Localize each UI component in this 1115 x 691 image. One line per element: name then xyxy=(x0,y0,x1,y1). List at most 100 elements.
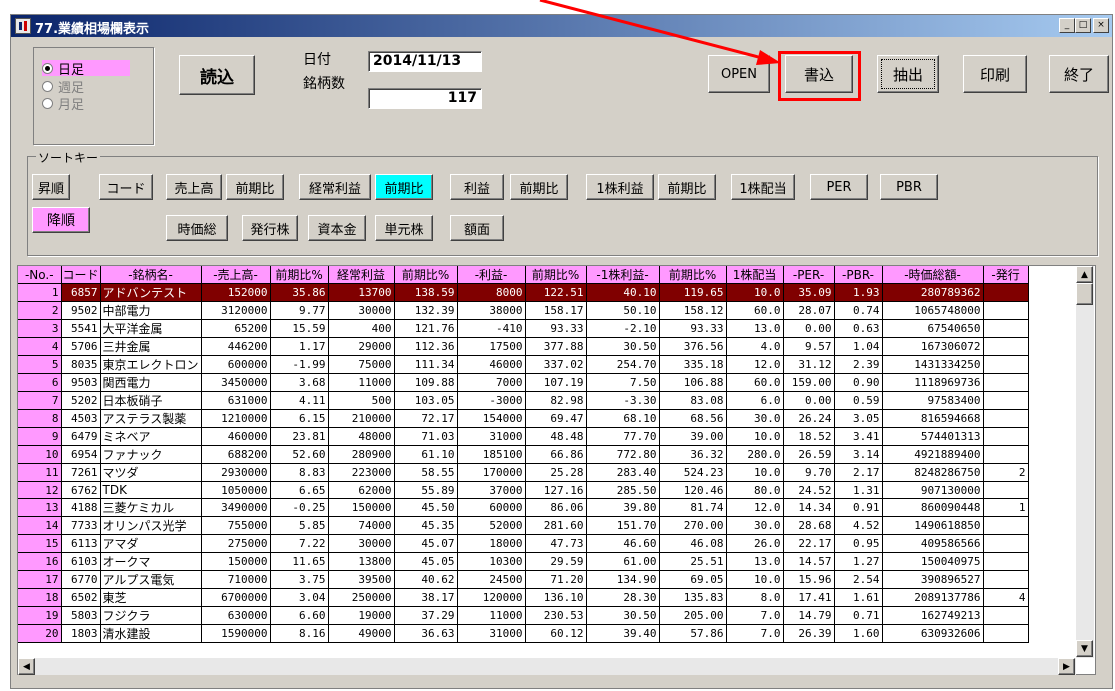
column-header[interactable]: -時価総額- xyxy=(882,266,984,284)
table-row[interactable]: 13 4188 三菱ケミカル 3490000 -0.25 150000 45.50 60000… xyxy=(18,498,1029,517)
maximize-button[interactable]: □ xyxy=(1075,18,1091,33)
scroll-down-icon[interactable]: ▼ xyxy=(1076,640,1093,657)
table-row[interactable]: 15 6113 アマダ 275000 7.22 30000 45.07 18000 47.73 4… xyxy=(18,534,1029,553)
table-cell: 49000 xyxy=(328,624,395,643)
sort-eps-change-button[interactable]: 前期比 xyxy=(658,174,716,200)
close-button[interactable]: × xyxy=(1093,18,1109,33)
radio-daily[interactable]: 日足 xyxy=(42,60,130,78)
table-row[interactable]: 14 7733 オリンパス光学 755000 5.85 74000 45.35 52000 28… xyxy=(18,516,1029,535)
column-header[interactable]: -発行 xyxy=(983,266,1029,284)
table-row[interactable]: 12 6762 TDK 1050000 6.65 62000 55.89 37000 127.1… xyxy=(18,481,1029,499)
ascending-button[interactable]: 昇順 xyxy=(32,174,70,200)
table-cell: 97583400 xyxy=(882,391,984,410)
column-header[interactable]: -売上高- xyxy=(201,266,271,284)
table-cell: ミネベア xyxy=(100,427,202,446)
table-row[interactable]: 11 7261 マツダ 2930000 8.83 223000 58.55 170000 25.… xyxy=(18,463,1029,482)
count-field[interactable]: 117 xyxy=(368,88,482,109)
table-row[interactable]: 7 5202 日本板硝子 631000 4.11 500 103.05 -3000 82.98-… xyxy=(18,391,1029,410)
column-header[interactable]: 前期比% xyxy=(525,266,587,284)
sort-capital-button[interactable]: 資本金 xyxy=(308,215,366,241)
scroll-up-icon[interactable]: ▲ xyxy=(1076,266,1093,283)
column-header[interactable]: 1株配当 xyxy=(726,266,784,284)
sort-unit-button[interactable]: 単元株 xyxy=(375,215,433,241)
column-header[interactable]: -銘柄名- xyxy=(100,266,202,284)
row-number: 11 xyxy=(18,463,62,482)
table-cell: 8248286750 xyxy=(882,463,984,482)
table-cell: 2930000 xyxy=(201,463,271,482)
scroll-left-icon[interactable]: ◀ xyxy=(18,658,35,675)
table-cell: 28.07 xyxy=(783,301,835,320)
table-row[interactable]: 20 1803 清水建設 1590000 8.16 49000 36.63 31000 60.1… xyxy=(18,624,1029,643)
table-row[interactable]: 9 6479 ミネベア 460000 23.81 48000 71.03 31000 48.48… xyxy=(18,427,1029,446)
column-header[interactable]: -No.- xyxy=(18,266,62,284)
scroll-thumb[interactable] xyxy=(1076,283,1093,305)
table-cell: 30.0 xyxy=(726,516,784,535)
print-button[interactable]: 印刷 xyxy=(963,55,1027,93)
descending-button[interactable]: 降順 xyxy=(32,207,90,233)
table-row[interactable]: 10 6954 ファナック 688200 52.60 280900 61.10 185100 6… xyxy=(18,445,1029,464)
table-row[interactable]: 3 5541 大平洋金属 65200 15.59 400 121.76 -410 93.33 -2… xyxy=(18,319,1029,338)
open-button[interactable]: OPEN xyxy=(708,55,770,93)
date-field[interactable]: 2014/11/13 xyxy=(368,51,482,72)
table-header: -No.- コード -銘柄名- -売上高- 前期比% 経常利益 前期比% -利益- 前期比% -1… xyxy=(18,266,1029,284)
sort-per-button[interactable]: PER xyxy=(810,174,868,200)
table-cell: 3.68 xyxy=(270,373,329,392)
vertical-scrollbar[interactable]: ▲ ▼ xyxy=(1076,266,1094,658)
sort-eps-button[interactable]: 1株利益 xyxy=(586,174,654,200)
table-cell: アドバンテスト xyxy=(100,283,202,302)
sort-code-button[interactable]: コード xyxy=(99,174,153,200)
column-header[interactable]: -1株利益- xyxy=(586,266,660,284)
table-row[interactable]: 16 6103 オークマ 150000 11.65 13800 45.05 10300 29.5… xyxy=(18,552,1029,571)
column-header[interactable]: -PER- xyxy=(783,266,835,284)
table-row[interactable]: 18 6502 東芝 6700000 3.04 250000 38.17 120000 136.… xyxy=(18,588,1029,607)
table-cell: 8000 xyxy=(457,283,526,302)
table-cell: ファナック xyxy=(100,445,202,464)
data-grid[interactable]: -No.- コード -銘柄名- -売上高- 前期比% 経常利益 前期比% -利益- 前期比% -1… xyxy=(17,265,1096,675)
table-cell: 10300 xyxy=(457,552,526,571)
table-row[interactable]: 5 8035 東京エレクトロン 600000 -1.99 75000 111.34 46000… xyxy=(18,355,1029,374)
sort-profit-change-button[interactable]: 前期比 xyxy=(510,174,568,200)
minimize-button[interactable]: _ xyxy=(1059,18,1075,33)
sort-par-button[interactable]: 額面 xyxy=(450,215,504,241)
table-cell: 29.59 xyxy=(525,552,587,571)
scroll-right-icon[interactable]: ▶ xyxy=(1058,658,1075,675)
sort-ordinary-button[interactable]: 経常利益 xyxy=(299,174,371,200)
extract-button[interactable]: 抽出 xyxy=(877,55,939,93)
table-cell: 28.68 xyxy=(783,516,835,535)
sort-mcap-button[interactable]: 時価総 xyxy=(166,215,228,241)
exit-button[interactable]: 終了 xyxy=(1049,55,1109,93)
table-cell: 4 xyxy=(983,588,1029,607)
table-row[interactable]: 4 5706 三井金属 446200 1.17 29000 112.36 17500 377.8… xyxy=(18,337,1029,356)
table-row[interactable]: 8 4503 アステラス製薬 1210000 6.15 210000 72.17 154000… xyxy=(18,409,1029,428)
column-header[interactable]: -PBR- xyxy=(834,266,883,284)
table-row[interactable]: 19 5803 フジクラ 630000 6.60 19000 37.29 11000 230.5… xyxy=(18,606,1029,625)
sort-sales-change-button[interactable]: 前期比 xyxy=(226,174,284,200)
sort-shares-button[interactable]: 発行株 xyxy=(242,215,298,241)
table-cell: 93.33 xyxy=(525,319,587,338)
write-button[interactable]: 書込 xyxy=(785,55,853,93)
column-header[interactable]: 前期比% xyxy=(270,266,329,284)
sort-dividend-button[interactable]: 1株配当 xyxy=(731,174,795,200)
column-header[interactable]: 前期比% xyxy=(659,266,727,284)
table-cell: 2.54 xyxy=(834,570,883,589)
sort-sales-button[interactable]: 売上高 xyxy=(166,174,222,200)
sort-pbr-button[interactable]: PBR xyxy=(880,174,938,200)
table-cell: 28.30 xyxy=(586,588,660,607)
table-row[interactable]: 6 9503 関西電力 3450000 3.68 11000 109.88 7000 107.1… xyxy=(18,373,1029,392)
horizontal-scrollbar[interactable]: ◀ ▶ xyxy=(18,658,1076,675)
sort-ordinary-change-button[interactable]: 前期比 xyxy=(375,174,433,200)
table-cell: 7733 xyxy=(61,516,101,535)
table-cell: 1.61 xyxy=(834,588,883,607)
table-cell: 167306072 xyxy=(882,337,984,356)
table-row[interactable]: 1 6857 アドバンテスト 152000 35.86 13700 138.59 8000 12… xyxy=(18,283,1029,302)
table-row[interactable]: 2 9502 中部電力 3120000 9.77 30000 132.39 38000 158.… xyxy=(18,301,1029,320)
radio-monthly[interactable]: 月足 xyxy=(42,95,84,113)
column-header[interactable]: 経常利益 xyxy=(328,266,395,284)
sort-profit-button[interactable]: 利益 xyxy=(450,174,504,200)
load-button[interactable]: 読込 xyxy=(179,55,255,95)
column-header[interactable]: コード xyxy=(61,266,101,284)
radio-weekly[interactable]: 週足 xyxy=(42,78,84,96)
table-row[interactable]: 17 6770 アルプス電気 710000 3.75 39500 40.62 24500 71.… xyxy=(18,570,1029,589)
column-header[interactable]: -利益- xyxy=(457,266,526,284)
column-header[interactable]: 前期比% xyxy=(394,266,458,284)
